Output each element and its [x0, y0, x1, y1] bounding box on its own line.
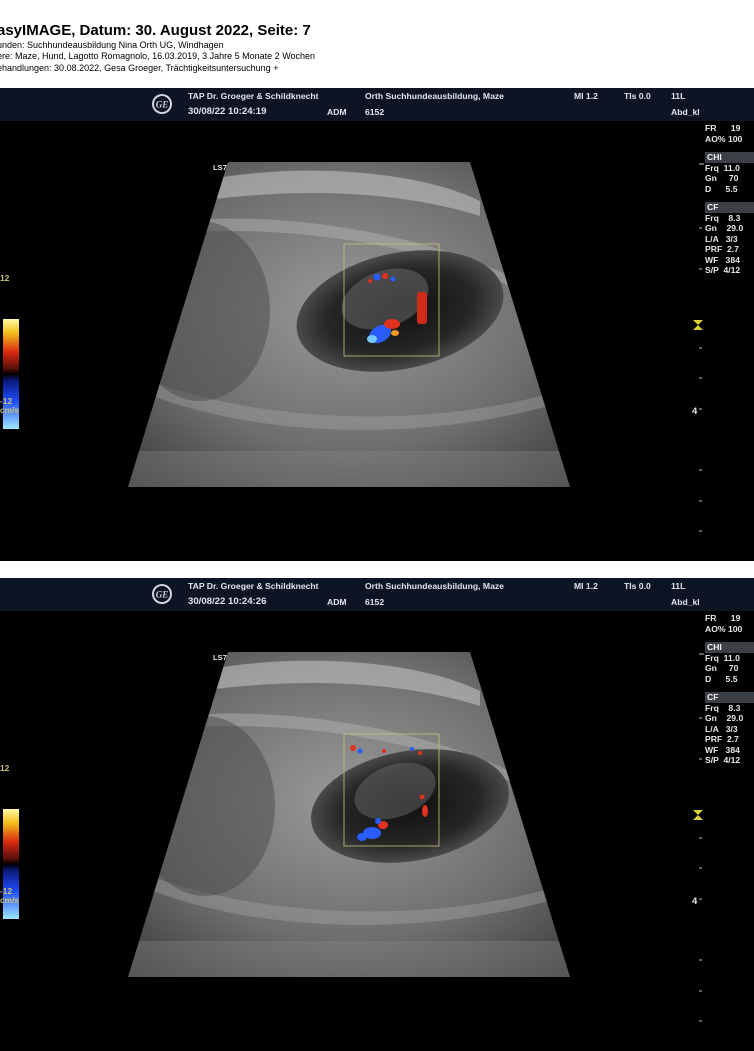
probe-type: 11L [671, 581, 686, 591]
image-label: LS7 [213, 163, 227, 172]
exam-preset: Abd_kl [671, 597, 700, 607]
scale-unit: cm/s [0, 895, 20, 905]
operator: ADM [327, 597, 347, 607]
clinic-name: TAP Dr. Groeger & Schildknecht [188, 91, 319, 101]
scale-max: 12 [0, 273, 10, 283]
param-panel: FR 19 AO% 100 CHI Frq 11.0 Gn 70 D 5.5 C… [705, 123, 754, 276]
focus-marker-icon [693, 320, 703, 330]
patient-name: Orth Suchhundeausbildung, Maze [365, 581, 504, 591]
depth-mark: 4 [692, 896, 698, 907]
patient-name: Orth Suchhundeausbildung, Maze [365, 91, 504, 101]
ultrasound-panel-2: GE TAP Dr. Groeger & Schildknecht 30/08/… [0, 578, 754, 1051]
thermal-index: TIs 0.0 [624, 581, 651, 591]
operator: ADM [327, 107, 347, 117]
depth-ruler [699, 163, 704, 532]
patient-id: 6152 [365, 107, 385, 117]
scan-info-bar: GE TAP Dr. Groeger & Schildknecht 30/08/… [0, 88, 754, 121]
probe-type: 11L [671, 91, 686, 101]
scan-datetime: 30/08/22 10:24:26 [188, 596, 267, 607]
exam-preset: Abd_kl [671, 107, 700, 117]
ultrasound-image [3, 652, 704, 1022]
param-panel: FR 19 AO% 100 CHI Frq 11.0 Gn 70 D 5.5 C… [705, 613, 754, 766]
clinic-name: TAP Dr. Groeger & Schildknecht [188, 581, 319, 591]
svg-text:GE: GE [156, 590, 169, 600]
ultrasound-panel-1: GE TAP Dr. Groeger & Schildknecht 30/08/… [0, 88, 754, 561]
ultrasound-image [3, 162, 704, 532]
ge-logo-icon: GE [152, 94, 172, 114]
patient-line: ere: Maze, Hund, Lagotto Romagnolo, 16.0… [0, 51, 316, 61]
scale-unit: cm/s [0, 405, 20, 415]
document-title: asyIMAGE, Datum: 30. August 2022, Seite:… [0, 22, 311, 39]
svg-text:GE: GE [156, 100, 169, 110]
mechanical-index: MI 1.2 [574, 581, 598, 591]
scale-max: 12 [0, 763, 10, 773]
treatment-line: ehandlungen: 30.08.2022, Gesa Groeger, T… [0, 63, 279, 73]
client-line: unden: Suchhundeausbildung Nina Orth UG,… [0, 40, 224, 50]
patient-id: 6152 [365, 597, 385, 607]
depth-mark: 4 [692, 406, 698, 417]
focus-marker-icon [693, 810, 703, 820]
depth-ruler [699, 653, 704, 1022]
document-header: asyIMAGE, Datum: 30. August 2022, Seite:… [0, 0, 754, 86]
scan-datetime: 30/08/22 10:24:19 [188, 106, 267, 117]
mechanical-index: MI 1.2 [574, 91, 598, 101]
scan-info-bar: GE TAP Dr. Groeger & Schildknecht 30/08/… [0, 578, 754, 611]
image-label: LS7 [213, 653, 227, 662]
thermal-index: TIs 0.0 [624, 91, 651, 101]
ge-logo-icon: GE [152, 584, 172, 604]
